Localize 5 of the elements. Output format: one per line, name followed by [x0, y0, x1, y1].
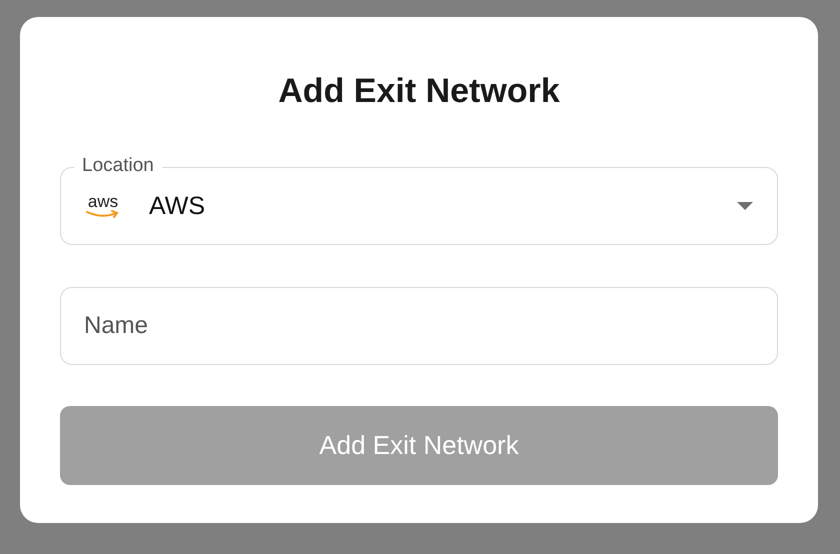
select-value: AWS [149, 192, 206, 220]
provider-logo: aws [85, 194, 121, 218]
name-field[interactable]: Name [60, 287, 778, 365]
dialog-title: Add Exit Network [277, 71, 561, 112]
caret-icon [737, 202, 753, 210]
